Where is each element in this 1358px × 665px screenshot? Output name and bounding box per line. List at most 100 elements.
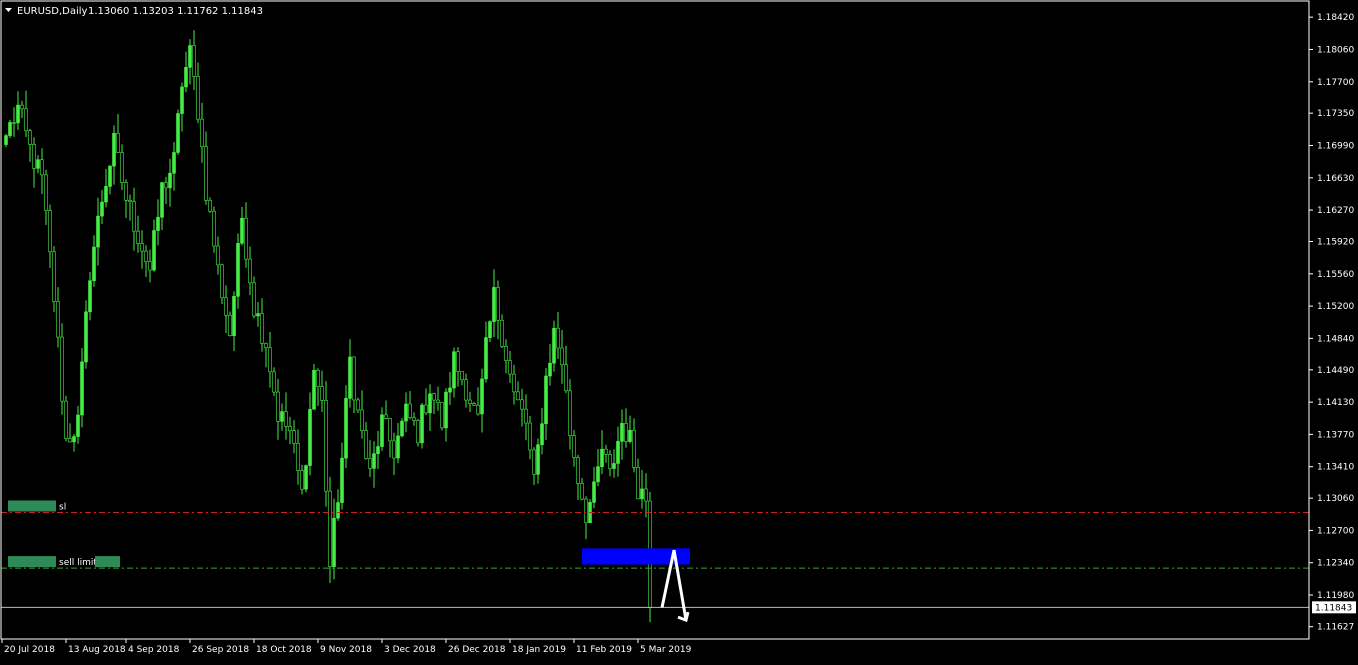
candle-body <box>144 250 148 262</box>
candle-body <box>180 86 184 114</box>
candle-body <box>40 159 44 176</box>
candle-body <box>624 423 628 442</box>
y-tick-label: 1.16630 <box>1317 174 1354 184</box>
y-tick-label: 1.15200 <box>1317 302 1354 312</box>
candle-body <box>640 488 644 500</box>
candle-body <box>28 130 32 145</box>
candle-body <box>44 174 48 211</box>
candle-body <box>520 399 524 410</box>
candle-body <box>100 201 104 217</box>
candle-body <box>348 356 352 399</box>
candle-body <box>436 399 440 403</box>
candle-body <box>412 417 416 421</box>
x-tick-label: 20 Jul 2018 <box>4 645 55 655</box>
candle-body <box>92 246 96 281</box>
candle-body <box>104 186 108 203</box>
y-tick-label: 1.11627 <box>1317 623 1354 633</box>
candle-body <box>328 490 332 567</box>
x-tick-label: 4 Sep 2018 <box>128 645 180 655</box>
candle-body <box>420 404 424 444</box>
candle-body <box>352 356 356 401</box>
y-tick-label: 1.16270 <box>1317 206 1354 216</box>
candle-body <box>592 481 596 503</box>
candle-body <box>552 327 556 364</box>
y-tick-label: 1.13770 <box>1317 430 1354 440</box>
sell-limit-label-box-secondary[interactable] <box>95 556 120 568</box>
candle-body <box>644 488 648 502</box>
chart-window[interactable]: sl sell limit 1.18420 1.18060 1.17700 1.1735… <box>0 0 1358 660</box>
candle-body <box>364 430 368 459</box>
candle-body <box>428 393 432 414</box>
x-tick-label: 11 Feb 2019 <box>576 645 632 655</box>
candle-body <box>404 403 408 422</box>
candle-body <box>480 378 484 415</box>
candle-body <box>256 313 260 317</box>
candle-body <box>300 470 304 490</box>
candle <box>228 311 232 337</box>
candle <box>440 402 444 431</box>
candle-body <box>500 319 504 347</box>
sl-label-box[interactable] <box>8 500 56 512</box>
candle-body <box>172 152 176 174</box>
candle-body <box>628 429 632 442</box>
candle-body <box>568 390 572 436</box>
candle-body <box>376 446 380 454</box>
candle-body <box>612 463 616 469</box>
candle-body <box>564 364 568 392</box>
candle-body <box>304 465 308 490</box>
candle-body <box>372 453 376 469</box>
y-tick-label: 1.14490 <box>1317 366 1354 376</box>
candle-body <box>164 182 168 189</box>
sl-label: sl <box>59 502 66 512</box>
candle-body <box>584 498 588 524</box>
candle-body <box>440 402 444 429</box>
candle-body <box>452 351 456 389</box>
candle-body <box>596 466 600 483</box>
candle-body <box>56 301 60 338</box>
candle <box>312 363 316 410</box>
candle-body <box>400 420 404 437</box>
candle <box>304 464 308 493</box>
candlestick-chart[interactable]: sl sell limit 1.18420 1.18060 1.17700 1.1735… <box>0 0 1358 660</box>
candle <box>400 418 404 438</box>
candle-body <box>600 448 604 467</box>
candle-body <box>516 391 520 401</box>
candle-body <box>60 336 64 402</box>
candle-body <box>36 159 40 169</box>
candle-body <box>84 311 88 363</box>
candle-body <box>324 400 328 492</box>
candle-body <box>320 386 324 401</box>
candle-body <box>496 287 500 321</box>
candle-body <box>248 258 252 284</box>
candle-body <box>76 414 80 437</box>
candle-body <box>368 458 372 469</box>
candle-body <box>184 67 188 88</box>
candle-body <box>544 375 548 425</box>
candle-body <box>292 430 296 444</box>
candle-body <box>168 172 172 189</box>
candle-body <box>260 313 264 344</box>
candle-body <box>32 144 36 169</box>
candle-body <box>416 420 420 444</box>
candle-body <box>216 245 220 266</box>
y-tick-label: 1.18420 <box>1317 13 1354 23</box>
candle-body <box>176 113 180 153</box>
candle-body <box>160 182 164 218</box>
candle-body <box>212 210 216 247</box>
candle-body <box>508 360 512 375</box>
x-tick-label: 13 Aug 2018 <box>68 645 126 655</box>
candle-body <box>252 282 256 317</box>
x-tick-label: 26 Sep 2018 <box>192 645 249 655</box>
candle <box>64 395 68 442</box>
candle <box>588 499 592 524</box>
candle-body <box>24 108 28 132</box>
sell-limit-label-box[interactable] <box>8 556 56 568</box>
candle-body <box>192 45 196 77</box>
candle-body <box>476 404 480 415</box>
candle-body <box>548 362 552 377</box>
candle-body <box>524 408 528 424</box>
candle-body <box>276 391 280 422</box>
candle-body <box>572 435 576 458</box>
candle-body <box>4 135 8 145</box>
y-tick-label: 1.15560 <box>1317 270 1354 280</box>
